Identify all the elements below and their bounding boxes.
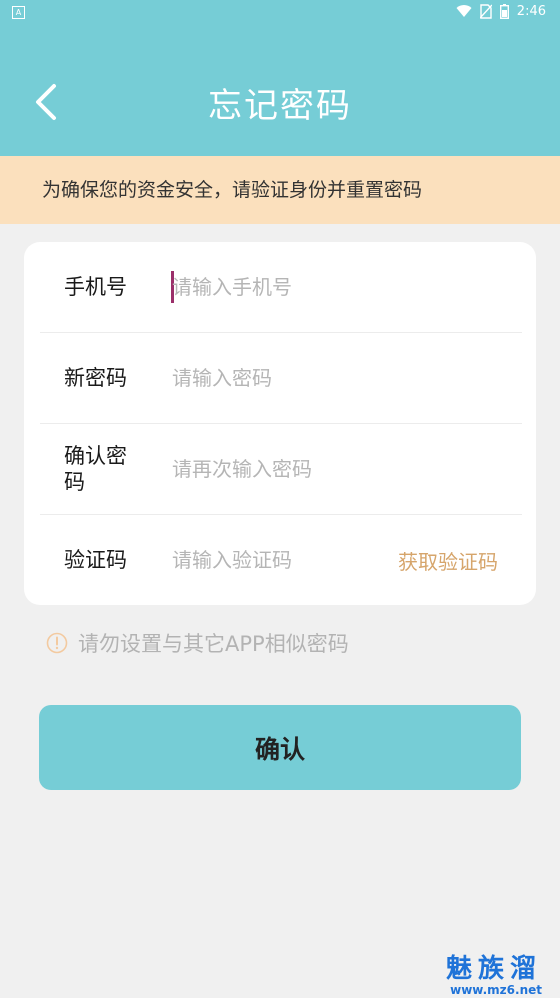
get-code-button[interactable]: 获取验证码	[398, 515, 498, 605]
no-sim-icon	[479, 4, 492, 19]
new-password-row: 新密码	[40, 333, 522, 424]
confirm-password-input[interactable]	[172, 449, 472, 489]
watermark: 魅族溜 www.mz6.net	[446, 955, 542, 997]
exclamation-circle-icon	[46, 632, 68, 654]
confirm-button[interactable]: 确认	[39, 705, 521, 790]
phone-input[interactable]	[172, 267, 472, 307]
security-notice: 为确保您的资金安全，请验证身份并重置密码	[0, 156, 560, 224]
verification-code-row: 验证码 获取验证码	[40, 515, 522, 605]
new-password-input[interactable]	[172, 358, 472, 398]
phone-row: 手机号	[40, 242, 522, 333]
verification-code-input[interactable]	[172, 540, 372, 580]
watermark-name: 魅族溜	[445, 954, 542, 984]
status-time: 2:46	[516, 4, 546, 19]
confirm-password-label: 确认密码	[64, 444, 127, 494]
page-title: 忘记密码	[208, 86, 352, 126]
header-bar: A 2:46 忘记密码	[0, 0, 560, 156]
status-icons: 2:46	[456, 4, 546, 19]
new-password-label: 新密码	[64, 366, 127, 390]
password-tip: 请勿设置与其它APP相似密码	[46, 628, 349, 658]
status-bar: A 2:46	[0, 0, 560, 26]
wifi-icon	[456, 5, 472, 18]
notification-icon: A	[12, 6, 25, 19]
tip-text: 请勿设置与其它APP相似密码	[78, 632, 349, 656]
verification-code-label: 验证码	[64, 548, 127, 572]
confirm-password-row: 确认密码	[40, 424, 522, 515]
battery-icon	[499, 4, 509, 19]
watermark-url: www.mz6.net	[450, 983, 542, 997]
phone-label: 手机号	[64, 275, 127, 299]
reset-form-card: 手机号 新密码 确认密码 验证码 获取验证码	[24, 242, 536, 605]
